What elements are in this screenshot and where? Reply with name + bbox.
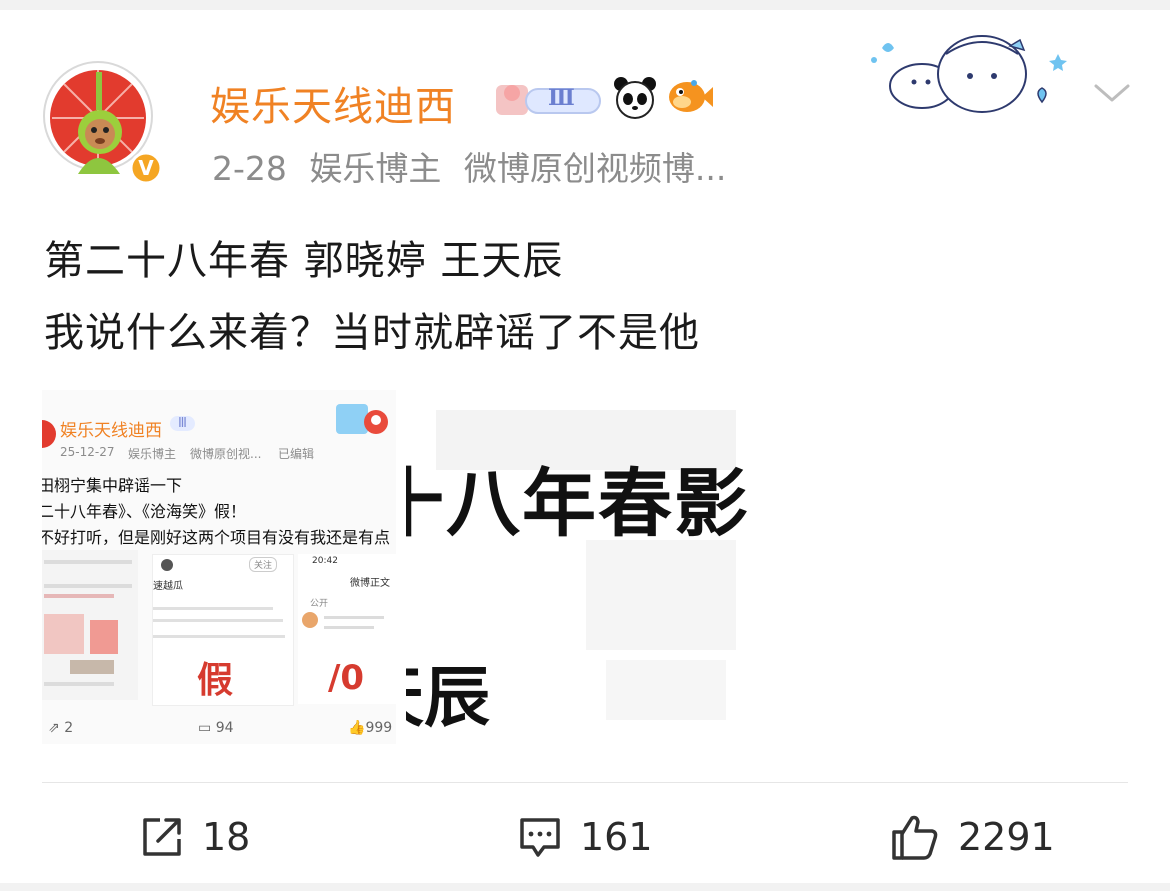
user-badges: Ⅲ bbox=[492, 76, 714, 122]
inner-subtitle: 微博原创视... bbox=[190, 447, 262, 461]
inner-time: 20:42 bbox=[312, 556, 338, 566]
level-badge-icon[interactable]: Ⅲ bbox=[492, 79, 604, 119]
comment-button[interactable]: 161 bbox=[518, 810, 653, 864]
mini-screenshot-1 bbox=[42, 550, 138, 700]
comment-icon bbox=[520, 818, 560, 857]
inner-stamp: 假 bbox=[197, 660, 234, 701]
poster-subtitle: 天辰 bbox=[406, 659, 490, 736]
inner-title: 微博正文 bbox=[350, 578, 390, 589]
inner-line-3: 不好打听，但是刚好这两个项目有没有我还是有点 bbox=[42, 528, 391, 547]
user-category: 娱乐博主 bbox=[309, 149, 442, 188]
svg-text:V: V bbox=[138, 156, 154, 180]
level-badge-text: Ⅲ bbox=[548, 85, 575, 111]
inner-public: 公开 bbox=[310, 599, 329, 609]
divider bbox=[42, 782, 1128, 783]
inner-like-count: 999 bbox=[365, 720, 393, 736]
post-image-2[interactable]: 十八年春影 天辰 bbox=[406, 390, 762, 744]
inner-repost-count: 2 bbox=[64, 720, 74, 736]
inner-date: 25-12-27 bbox=[60, 445, 115, 459]
inner-tag: 速越瓜 bbox=[153, 581, 183, 592]
post-image-1[interactable]: 娱乐天线迪西 Ⅲ 25-12-27 娱乐博主 微博原创视... 已编辑 田栩宁集… bbox=[42, 390, 396, 744]
inner-comment-count: 94 bbox=[215, 720, 234, 736]
repost-icon bbox=[143, 818, 181, 856]
card-sticker-decoration bbox=[862, 24, 1072, 116]
sticker-icon bbox=[336, 404, 388, 434]
panda-icon[interactable] bbox=[612, 75, 658, 123]
post-date[interactable]: 2-28 bbox=[212, 149, 287, 188]
inner-category: 娱乐博主 bbox=[128, 447, 177, 461]
username[interactable]: 娱乐天线迪西 bbox=[210, 74, 456, 132]
repost-button[interactable]: 18 bbox=[140, 810, 250, 864]
inner-comment: ▭ 94 bbox=[198, 720, 234, 736]
comment-icon: ▭ bbox=[198, 720, 212, 736]
inner-repost: ⇗ 2 bbox=[48, 720, 73, 736]
post-meta: 2-28 娱乐博主 微博原创视频博... bbox=[212, 142, 738, 190]
inner-follow: 关注 bbox=[249, 557, 278, 572]
inner-like: 👍999 bbox=[348, 720, 392, 736]
inner-edited: 已编辑 bbox=[278, 447, 315, 461]
avatar bbox=[42, 420, 56, 448]
user-subtitle: 微博原创视频博... bbox=[463, 149, 727, 188]
mini-screenshot-2: 关注 速越瓜 假 bbox=[152, 554, 294, 706]
fish-icon[interactable] bbox=[666, 75, 714, 123]
poster-title: 十八年春影 bbox=[406, 461, 750, 547]
comment-count: 161 bbox=[580, 815, 653, 859]
mini-screenshot-3: 20:42 微博正文 公开 /0 bbox=[298, 554, 396, 704]
inner-line-2: 二十八年春》、《沧海笑》假！ bbox=[42, 502, 247, 521]
thumb-up-icon bbox=[892, 815, 938, 860]
chevron-down-icon[interactable] bbox=[1090, 76, 1134, 108]
inner-line-1: 田栩宁集中辟谣一下 bbox=[42, 476, 183, 495]
avatar[interactable]: V bbox=[38, 52, 170, 185]
share-icon: ⇗ bbox=[48, 720, 60, 736]
like-button[interactable]: 2291 bbox=[890, 810, 1055, 864]
thumb-up-icon: 👍 bbox=[348, 720, 366, 736]
weibo-post-card: V 娱乐天线迪西 Ⅲ 2-28 娱乐博主 微博原创视频博... 第二十八年春 郭… bbox=[0, 10, 1170, 883]
repost-count: 18 bbox=[202, 815, 251, 859]
post-text-line-2: 我说什么来着？当时就辟谣了不是他 bbox=[44, 310, 700, 356]
like-count: 2291 bbox=[958, 815, 1055, 859]
inner-badge: Ⅲ bbox=[170, 416, 195, 431]
inner-username: 娱乐天线迪西 bbox=[60, 421, 162, 441]
post-text-line-1: 第二十八年春 郭晓婷 王天辰 bbox=[44, 238, 564, 284]
